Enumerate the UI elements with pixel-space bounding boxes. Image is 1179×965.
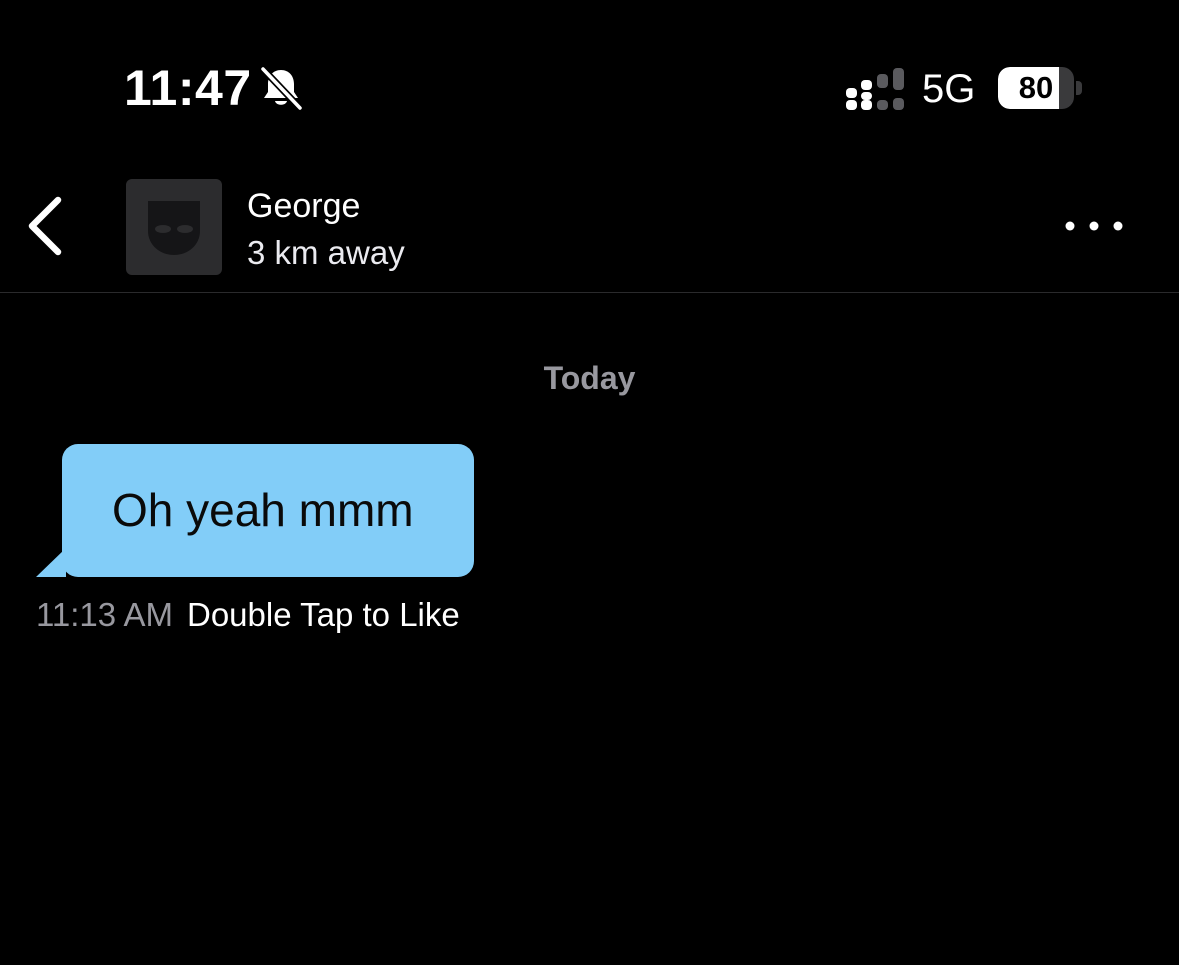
chevron-left-icon [28,196,62,256]
network-type: 5G [922,67,976,111]
message-bubble[interactable]: Oh yeah mmm [62,444,474,577]
avatar[interactable] [126,179,222,275]
battery-tip [1076,81,1082,95]
message-text: Oh yeah mmm [112,484,414,536]
contact-name[interactable]: George [247,184,360,228]
back-button[interactable] [14,188,74,264]
message-timestamp: 11:13 AM [36,596,173,633]
double-tap-like-hint[interactable]: Double Tap to Like [187,596,460,633]
battery-level: 80 [1018,70,1054,105]
battery-indicator: 80 [998,67,1084,109]
status-time: 11:47 [124,60,252,116]
bell-slash-icon [259,66,304,110]
chat-screen: 11:47 5G 80 George 3 km away Today Oh ye… [0,0,1179,965]
message-meta: 11:13 AM Double Tap to Like [36,592,460,638]
header-divider [0,292,1179,293]
message-bubble-container: Oh yeah mmm [36,444,476,578]
more-options-button[interactable] [1054,206,1134,246]
ellipsis-icon [1065,221,1123,231]
date-separator: Today [543,360,636,396]
battery-body: 80 [998,67,1074,109]
contact-distance: 3 km away [247,234,405,271]
signal-icon [846,68,904,110]
mask-avatar-icon [148,201,200,255]
